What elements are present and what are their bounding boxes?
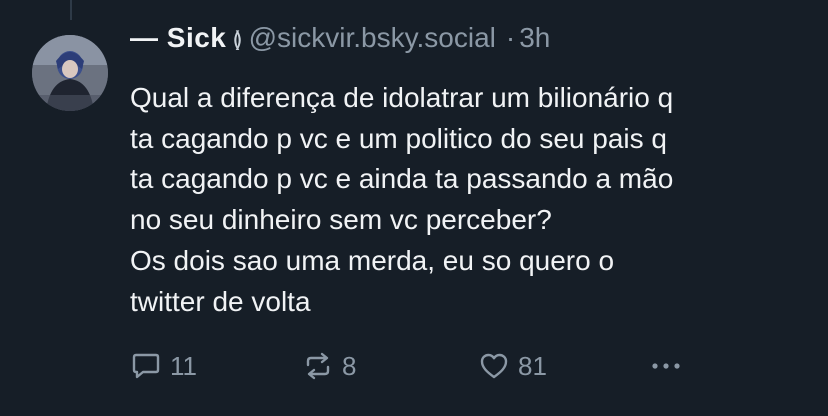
thread-line [70, 0, 72, 20]
post-card: — Sick ≬ @sickvir.bsky.social · 3h Qual a di… [0, 0, 828, 416]
heart-icon [478, 350, 510, 382]
post-text-line: ta cagando p vc e um politico do seu pai… [130, 122, 668, 154]
avatar[interactable] [32, 35, 108, 111]
author-handle[interactable]: @sickvir.bsky.social [249, 22, 496, 53]
post-text-line: no seu dinheiro sem vc perceber? [130, 204, 552, 236]
post-text-line: Os dois sao uma merda, eu so quero o [130, 244, 615, 276]
reply-icon [130, 350, 162, 382]
more-options-button[interactable] [650, 346, 682, 386]
repost-button[interactable]: 8 [302, 346, 356, 386]
like-count: 81 [518, 350, 547, 381]
separator-dot: · [505, 22, 516, 53]
reply-button[interactable]: 11 [130, 346, 197, 386]
avatar-image [32, 35, 108, 111]
action-bar: 11 8 81 [130, 346, 690, 386]
post-header: — Sick ≬ @sickvir.bsky.social · 3h [130, 22, 550, 66]
post-text-line: Qual a diferença de idolatrar um bilioná… [130, 82, 674, 113]
more-options-icon [650, 350, 682, 382]
name-glyph: ≬ [232, 27, 243, 52]
repost-count: 8 [342, 350, 357, 381]
timestamp[interactable]: 3h [519, 22, 550, 53]
post-text-line: twitter de volta [130, 285, 311, 317]
reply-count: 11 [170, 350, 197, 381]
post-text-line: ta cagando p vc e ainda ta passando a mã… [130, 163, 674, 195]
like-button[interactable]: 81 [478, 346, 547, 386]
repost-icon [302, 350, 334, 382]
display-name[interactable]: — Sick [130, 22, 226, 53]
post-text: Qual a diferença de idolatrar um bilioná… [130, 78, 810, 322]
